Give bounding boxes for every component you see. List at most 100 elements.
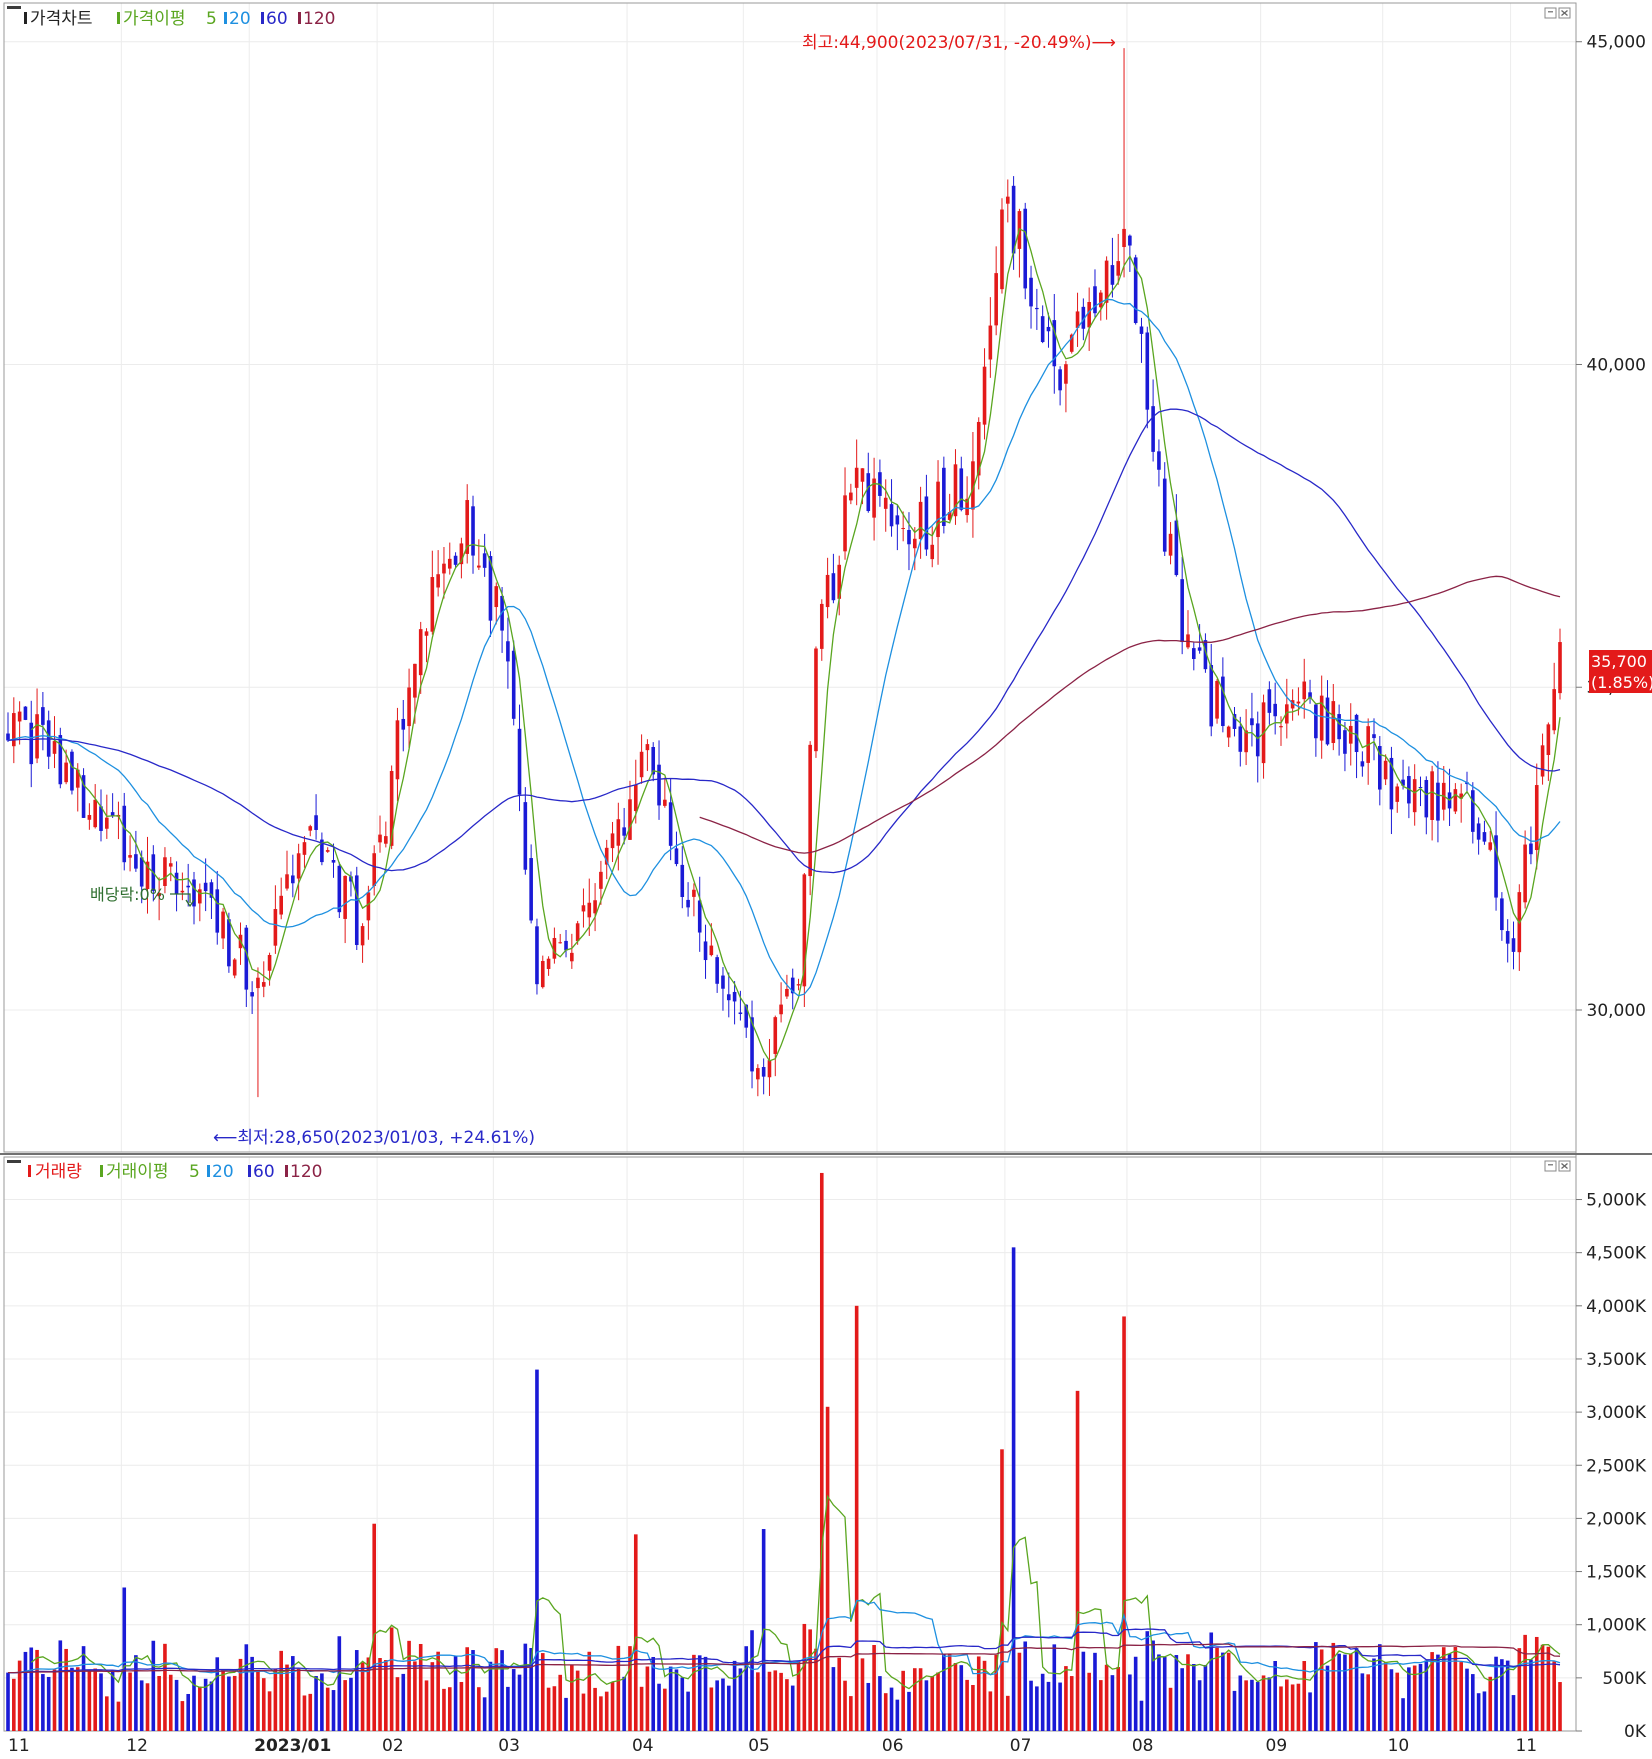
volume-bar <box>1133 1656 1138 1731</box>
volume-bar <box>1000 1449 1004 1731</box>
candle-body <box>581 905 586 912</box>
volume-bar <box>912 1668 917 1731</box>
volume-bar <box>407 1640 411 1731</box>
volume-bar <box>41 1674 45 1731</box>
candle-body <box>657 764 661 806</box>
volume-bar <box>837 1657 842 1731</box>
volume-bar <box>1215 1647 1219 1731</box>
candle-body <box>1372 734 1376 739</box>
volume-bar <box>1116 1667 1121 1731</box>
candle-body <box>511 650 516 719</box>
candle-body <box>1395 786 1400 802</box>
price-tick-label: 45,000 <box>1587 33 1646 53</box>
volume-bar <box>1471 1674 1475 1731</box>
volume-bar <box>1261 1675 1266 1731</box>
volume-bar <box>482 1697 487 1731</box>
volume-bar <box>1029 1680 1033 1731</box>
volume-bar <box>1383 1662 1388 1731</box>
volume-bar <box>314 1676 318 1731</box>
candle-body <box>570 952 574 962</box>
volume-bar <box>663 1688 667 1731</box>
volume-panel-close-button[interactable] <box>1558 1160 1571 1172</box>
volume-bar <box>1174 1655 1179 1731</box>
volume-bar <box>168 1674 173 1731</box>
panel-collapse-icon[interactable] <box>7 6 21 9</box>
volume-bar <box>860 1658 865 1731</box>
volume-bar <box>198 1686 202 1731</box>
candle-body <box>907 529 911 545</box>
candle-body <box>1540 745 1545 777</box>
candle-body <box>633 784 638 812</box>
volume-bar <box>337 1636 342 1731</box>
candle-body <box>639 751 644 778</box>
volume-bar <box>261 1678 266 1731</box>
volume-tick-label: 3,000K <box>1586 1403 1647 1423</box>
candle-body <box>587 902 592 918</box>
stock-chart-window: 가격차트 가격이평 5 20 60 120 거래량 거래이평 5 20 60 1… <box>0 0 1652 1756</box>
volume-bar <box>581 1693 586 1731</box>
candle-body <box>378 834 382 843</box>
volume-bar <box>500 1650 504 1731</box>
volume-tick-label: 0K <box>1624 1722 1647 1742</box>
volume-bar <box>296 1668 301 1731</box>
candle-body <box>697 900 702 933</box>
volume-bar <box>227 1676 231 1731</box>
candle-body <box>424 631 429 636</box>
candle-body <box>1511 938 1516 952</box>
candle-body <box>692 889 696 897</box>
volume-bar <box>477 1687 481 1731</box>
volume-bar <box>436 1651 440 1731</box>
candle-body <box>1110 265 1115 285</box>
volume-bar <box>1058 1682 1062 1731</box>
volume-bar <box>907 1691 911 1731</box>
candle-body <box>1453 789 1458 812</box>
volume-bar <box>802 1623 807 1731</box>
candle-body <box>843 495 847 552</box>
high-price-annotation: 최고:44,900(2023/07/31, -20.49%)⟶ <box>802 33 1116 53</box>
candle-body <box>1157 451 1161 470</box>
volume-ma5-period: 5 <box>189 1162 200 1182</box>
volume-bar <box>267 1691 272 1731</box>
candle-body <box>1360 761 1365 767</box>
candle-body <box>360 926 365 946</box>
candle-body <box>1221 676 1225 727</box>
volume-bar <box>930 1675 935 1731</box>
volume-bar <box>1122 1316 1126 1731</box>
candle-body <box>58 735 63 785</box>
volume-bar <box>1459 1662 1463 1731</box>
volume-bar <box>785 1679 789 1731</box>
candle-body <box>180 890 185 893</box>
volume-bar <box>1011 1247 1016 1731</box>
volume-bar <box>558 1674 563 1731</box>
volume-bar <box>116 1701 121 1731</box>
candle-body <box>105 817 109 829</box>
price-panel-maximize-button[interactable] <box>1544 7 1557 19</box>
volume-bar <box>1517 1648 1522 1731</box>
candle-body <box>668 802 673 846</box>
volume-bar <box>1075 1390 1080 1731</box>
candle-body <box>819 603 824 649</box>
volume-bar <box>1540 1644 1545 1731</box>
x-tick-label: 08 <box>1132 1736 1154 1755</box>
volume-legend-swatch <box>28 1165 31 1177</box>
volume-bar <box>552 1686 557 1731</box>
volume-panel-collapse-icon[interactable] <box>7 1160 21 1163</box>
candle-body <box>663 799 667 806</box>
x-tick-label: 05 <box>748 1736 770 1755</box>
candle-body <box>785 988 789 997</box>
candle-body <box>273 909 278 946</box>
candle <box>1000 198 1004 294</box>
candle-body <box>1302 681 1307 700</box>
volume-bar <box>1453 1647 1458 1731</box>
volume-bar <box>692 1654 696 1731</box>
chart-canvas[interactable]: 가격차트 가격이평 5 20 60 120 거래량 거래이평 5 20 60 1… <box>0 0 1652 1756</box>
low-price-annotation: ⟵최저:28,650(2023/01/03, +24.61%) <box>213 1128 535 1148</box>
volume-bar <box>895 1699 900 1731</box>
volume-bar <box>1017 1652 1022 1731</box>
volume-bar <box>12 1678 16 1731</box>
candle-body <box>261 982 266 987</box>
price-panel-close-button[interactable] <box>1558 7 1571 19</box>
volume-panel-maximize-button[interactable] <box>1544 1160 1557 1172</box>
candle-body <box>1476 823 1481 840</box>
candle-body <box>1500 898 1504 931</box>
